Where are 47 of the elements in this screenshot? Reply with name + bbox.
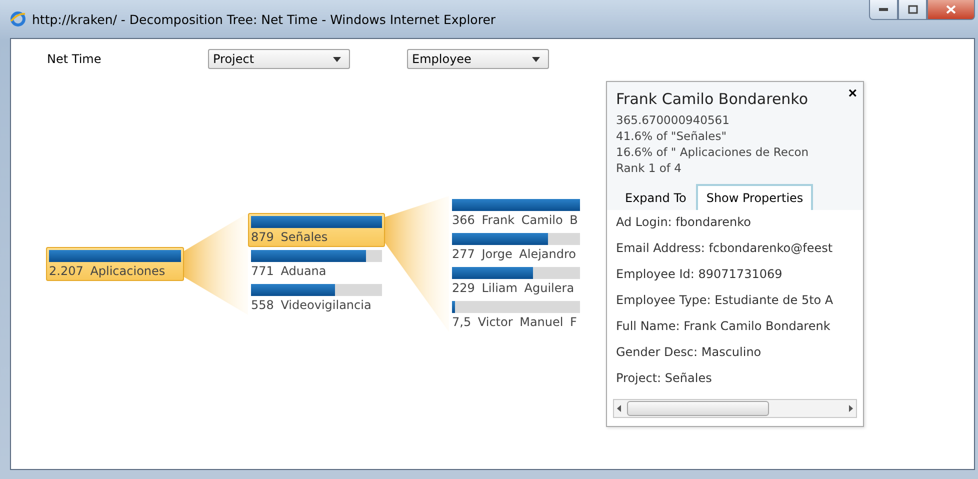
popup-tab[interactable]: Show Properties [696,184,814,210]
property-line: Gender Desc: Masculino [616,344,762,361]
property-line: Employee Type: Estudiante de 5to A [616,292,834,309]
node-label: 229 Liliam Aguilera [452,281,576,295]
node-label: 2.207 Aplicaciones [49,264,166,278]
popup-detail: 16.6% of " Aplicaciones de Recon [616,144,810,160]
node-label: 558 Videovigilancia [251,298,372,312]
property-line: Employee Id: 89071731069 [616,266,784,283]
popup-detail: Rank 1 of 4 [616,160,682,176]
horizontal-scrollbar[interactable] [613,399,857,418]
node-label: 879 Señales [251,230,329,244]
popup-detail: 41.6% of "Señales" [616,128,728,144]
node-label: 771 Aduana [251,264,328,278]
close-button[interactable] [927,0,975,20]
maximize-button[interactable] [898,0,927,20]
property-line: Project: Señales [616,370,713,387]
scroll-right-icon[interactable] [849,405,853,412]
popup-detail: 365.670000940561 [616,112,730,128]
node-label: 277 Jorge Alejandro [452,247,577,261]
maximize-icon [908,5,918,14]
property-line: Ad Login: fbondarenko [616,214,752,231]
level-dropdown[interactable]: Project [208,49,350,69]
close-button[interactable]: × [848,85,857,102]
caret-icon [532,56,540,62]
window-title: http://kraken/ - Decomposition Tree: Net Time - Windows Internet Explorer [32,12,496,26]
tree-node[interactable]: 277 Jorge Alejandro [449,230,583,264]
measure-label: Net Time [46,52,102,66]
tree-node[interactable]: 366 Frank Camilo B [449,196,583,230]
tree-node[interactable]: 879 Señales [248,213,385,247]
close-icon [946,5,956,14]
property-line: Email Address: fcbondarenko@feest [616,240,834,257]
tree-node[interactable]: 7,5 Victor Manuel F [449,298,583,332]
tree-node[interactable]: 2.207 Aplicaciones [46,247,184,281]
property-line: Full Name: Frank Camilo Bondarenk [616,318,832,335]
browser-icon [10,11,26,27]
tree-node[interactable]: 771 Aduana [248,247,385,281]
minimize-button[interactable] [869,0,898,20]
minimize-icon [879,8,888,11]
node-label: 7,5 Victor Manuel F [452,315,578,329]
tree-node[interactable]: 558 Videovigilancia [248,281,385,315]
scroll-left-icon[interactable] [617,405,621,412]
level-dropdown[interactable]: Employee [407,49,549,69]
popup-tab[interactable]: Expand To [615,184,696,210]
caret-icon [333,56,341,62]
popup-title: Frank Camilo Bondarenko [616,90,808,108]
tree-node[interactable]: 229 Liliam Aguilera [449,264,583,298]
node-label: 366 Frank Camilo B [452,213,579,227]
